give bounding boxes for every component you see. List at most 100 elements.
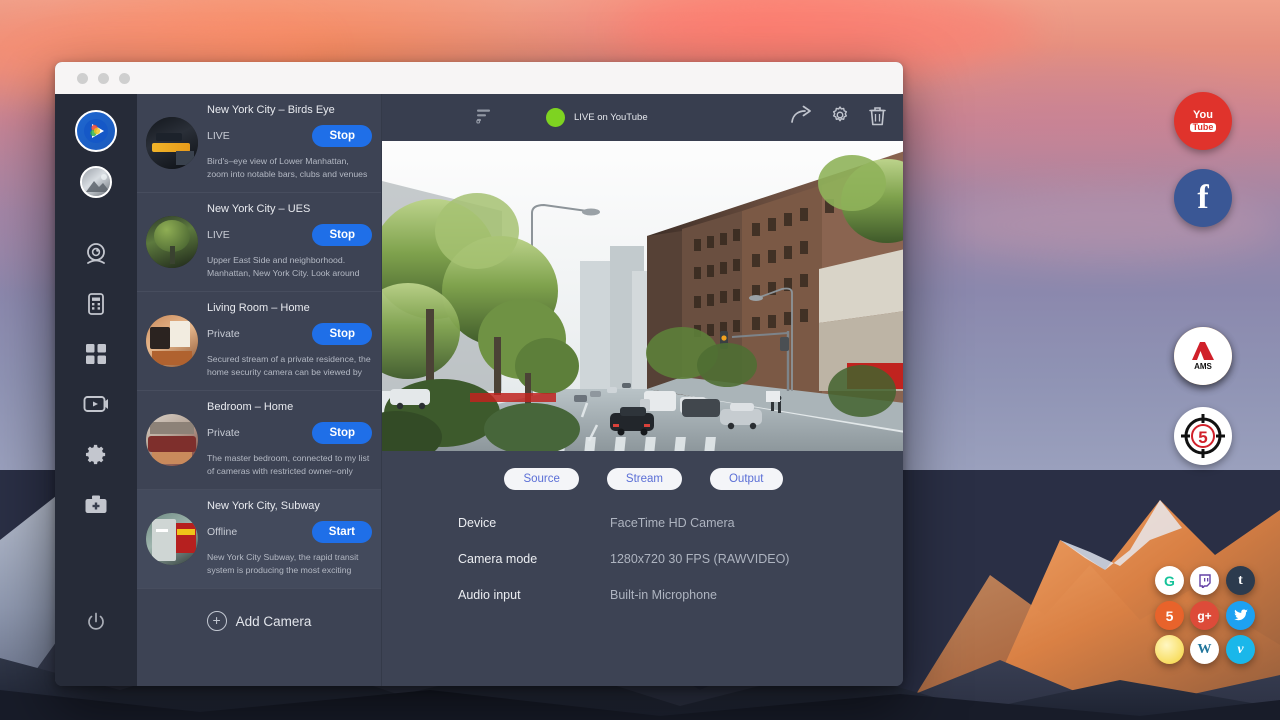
detail-value: Built-in Microphone [610,588,717,602]
camera-thumbnail [146,117,198,169]
filter-icon[interactable] [475,107,492,129]
svg-text:5: 5 [1198,428,1207,447]
gear-icon [85,443,108,466]
camera-thumbnail [146,414,198,466]
camera-status: Offline [207,526,237,538]
main-content: LIVE on YouTube [382,94,903,686]
live-status-dot [546,108,565,127]
trash-icon[interactable] [868,105,887,131]
camera-list-item[interactable]: New York City – UES LIVE Stop Upper East… [137,193,381,292]
window-maximize-button[interactable] [119,73,130,84]
camera-status-row: Offline Start [207,521,372,543]
window-close-button[interactable] [77,73,88,84]
adobe-ams-desktop-icon[interactable]: AMS [1174,327,1232,385]
camera-status: LIVE [207,130,230,142]
app-window: New York City – Birds Eye LIVE Stop Bird… [55,62,903,686]
camera-action-button[interactable]: Start [312,521,372,543]
tab-source[interactable]: Source [504,468,578,490]
camera-thumbnail [146,513,198,565]
camera-action-button[interactable]: Stop [312,323,372,345]
camera-title: Bedroom – Home [207,401,372,413]
camera-description: Secured stream of a private residence, t… [207,353,372,379]
window-titlebar [55,62,903,94]
sidebar-item-dashboard[interactable] [78,336,114,372]
camera-info: Living Room – Home Private Stop Secured … [207,302,372,379]
add-camera-label: Add Camera [236,614,312,629]
camera-action-button[interactable]: Stop [312,422,372,444]
camera-title: Living Room – Home [207,302,372,314]
googleplus-icon[interactable]: g+ [1190,601,1219,630]
channel5-desktop-icon[interactable]: 5 [1174,407,1232,465]
sidebar-item-devices[interactable] [78,286,114,322]
twitch-icon[interactable] [1190,566,1219,595]
add-camera-button[interactable]: + Add Camera [137,589,381,631]
sidebar-item-help[interactable] [78,486,114,522]
camera-description: New York City Subway, the rapid transit … [207,551,372,577]
grammarly-icon[interactable]: G [1155,566,1184,595]
camera-description: The master bedroom, connected to my list… [207,452,372,478]
live-status-indicator: LIVE on YouTube [546,108,648,127]
detail-label: Camera mode [458,552,610,566]
camera-title: New York City – UES [207,203,372,215]
sidebar-item-recordings[interactable] [78,386,114,422]
detail-value: 1280x720 30 FPS (RAWVIDEO) [610,552,789,566]
detail-label: Device [458,516,610,530]
topbar-actions [790,105,887,131]
html5-icon[interactable]: 5 [1155,601,1184,630]
camera-description: Upper East Side and neighborhood. Manhat… [207,254,372,280]
camera-info: New York City – UES LIVE Stop Upper East… [207,203,372,280]
camera-status-row: Private Stop [207,422,372,444]
grid-icon [85,343,107,365]
camera-list-item[interactable]: Bedroom – Home Private Stop The master b… [137,391,381,490]
camera-list-item[interactable]: New York City – Birds Eye LIVE Stop Bird… [137,94,381,193]
camera-status-row: LIVE Stop [207,125,372,147]
facebook-desktop-icon[interactable]: f [1174,169,1232,227]
video-preview[interactable] [382,141,903,451]
device-icon [84,292,108,316]
target-5-icon: 5 [1177,410,1229,462]
snapchat-icon[interactable] [1155,635,1184,664]
sidebar-item-cameras[interactable] [78,236,114,272]
adobe-a-icon [1191,341,1215,361]
camera-list-scroll[interactable]: New York City – Birds Eye LIVE Stop Bird… [137,94,381,686]
detail-label: Audio input [458,588,610,602]
tab-stream[interactable]: Stream [607,468,682,490]
camera-status-row: LIVE Stop [207,224,372,246]
camera-title: New York City, Subway [207,500,372,512]
youtube-desktop-icon[interactable]: You Tube [1174,92,1232,150]
camera-list-item[interactable]: New York City, Subway Offline Start New … [137,490,381,589]
app-logo-icon[interactable] [75,110,117,152]
camera-action-button[interactable]: Stop [312,125,372,147]
gear-icon[interactable] [830,105,850,130]
sidebar-item-settings[interactable] [78,436,114,472]
vimeo-icon[interactable]: v [1226,635,1255,664]
wordpress-icon[interactable]: W [1190,635,1219,664]
power-icon [86,612,106,632]
settings-tabs: Source Stream Output [382,451,903,490]
detail-row-audio-input: Audio input Built-in Microphone [458,588,903,602]
camera-description: Bird's–eye view of Lower Manhattan, zoom… [207,155,372,181]
tab-output[interactable]: Output [710,468,783,490]
detail-row-camera-mode: Camera mode 1280x720 30 FPS (RAWVIDEO) [458,552,903,566]
tumblr-icon[interactable]: t [1226,566,1255,595]
twitter-bird-icon [1233,609,1248,622]
firstaid-icon [84,494,108,515]
share-icon[interactable] [790,105,812,130]
user-avatar[interactable] [80,166,112,198]
power-button[interactable] [78,604,114,640]
twitter-icon[interactable] [1226,601,1255,630]
plus-icon: + [207,611,227,631]
app-body: New York City – Birds Eye LIVE Stop Bird… [55,94,903,686]
camera-info: Bedroom – Home Private Stop The master b… [207,401,372,478]
camera-action-button[interactable]: Stop [312,224,372,246]
live-status-label: LIVE on YouTube [574,112,648,123]
video-icon [83,393,109,415]
webcam-icon [83,241,109,267]
detail-value: FaceTime HD Camera [610,516,735,530]
camera-status-row: Private Stop [207,323,372,345]
camera-list-item[interactable]: Living Room – Home Private Stop Secured … [137,292,381,391]
camera-status: Private [207,427,240,439]
window-minimize-button[interactable] [98,73,109,84]
camera-title: New York City – Birds Eye [207,104,372,116]
twitch-glyph-icon [1198,574,1212,588]
